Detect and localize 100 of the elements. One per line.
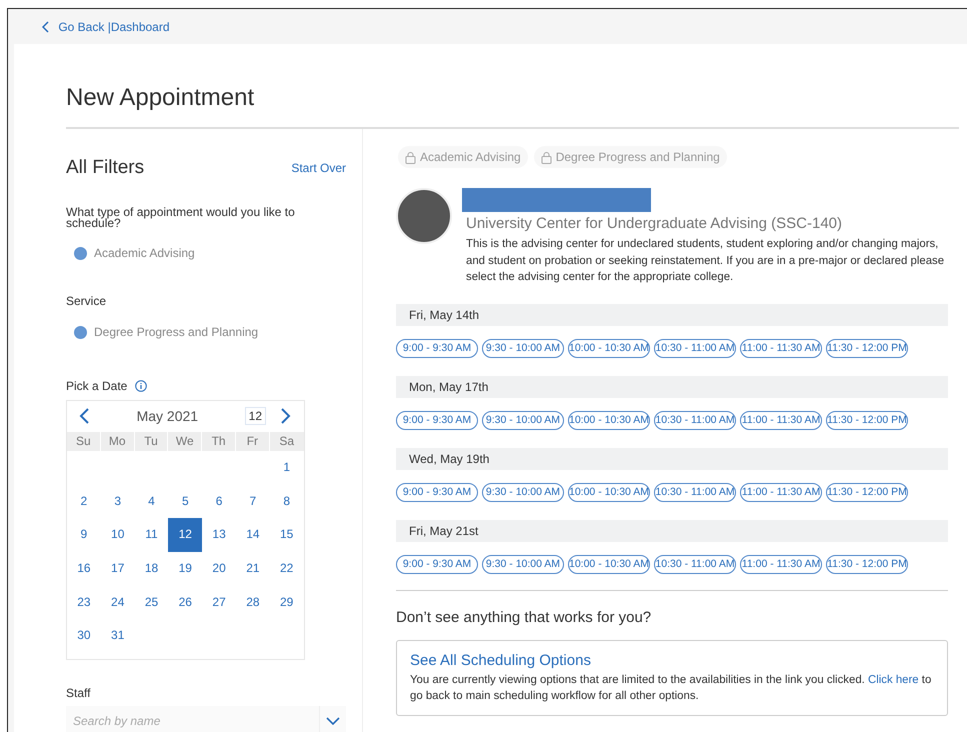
option-label: Degree Progress and Planning [94, 325, 258, 339]
chevron-down-icon[interactable] [326, 717, 340, 726]
time-slot-button[interactable]: 11:30 - 12:00 PM [826, 338, 908, 358]
info-icon[interactable] [135, 380, 148, 392]
calendar-day[interactable]: 12 [168, 518, 202, 552]
time-slot-button[interactable]: 11:00 - 11:30 AM [740, 410, 822, 430]
lock-icon [540, 150, 552, 164]
filter-chip: Academic Advising [398, 146, 528, 168]
chevron-left-icon[interactable] [78, 407, 90, 425]
question-text: Don’t see anything that works for you? [396, 608, 652, 626]
calendar-day[interactable]: 17 [100, 552, 135, 586]
time-slot-button[interactable]: 10:00 - 10:30 AM [568, 338, 650, 358]
time-slot-button[interactable]: 9:00 - 9:30 AM [396, 338, 478, 358]
time-slot-button[interactable]: 11:00 - 11:30 AM [740, 482, 822, 502]
time-slot-button[interactable]: 10:00 - 10:30 AM [568, 410, 650, 430]
click-here-link[interactable]: Click here [868, 674, 919, 686]
month-label: May 2021 [136, 408, 200, 424]
dashboard-link[interactable]: Dashboard [110, 20, 170, 34]
filter-chip: Degree Progress and Planning [534, 146, 727, 168]
time-slot-button[interactable]: 9:30 - 10:00 AM [482, 482, 564, 502]
day-input-field[interactable]: 12 [244, 407, 266, 425]
calendar-day[interactable]: 11 [134, 518, 168, 552]
staff-label: Staff [66, 686, 92, 700]
radio-option[interactable]: Degree Progress and Planning [74, 325, 346, 339]
calendar-day[interactable]: 2 [67, 484, 101, 518]
time-slot-button[interactable]: 9:30 - 10:00 AM [482, 410, 564, 430]
weekday-header: Fr [236, 432, 269, 451]
time-slot-button[interactable]: 10:30 - 11:00 AM [654, 338, 736, 358]
time-slot-button[interactable]: 10:00 - 10:30 AM [568, 554, 650, 574]
time-slot-button[interactable]: 9:30 - 10:00 AM [482, 554, 564, 574]
time-slot-button[interactable]: 11:00 - 11:30 AM [740, 554, 822, 574]
calendar-day[interactable]: 24 [100, 586, 135, 620]
calendar-day[interactable]: 23 [67, 586, 101, 620]
time-slot-button[interactable]: 11:00 - 11:30 AM [740, 338, 822, 358]
see-all-options-link[interactable]: See All Scheduling Options [410, 652, 934, 668]
date-header: Wed, May 19th [396, 448, 948, 470]
calendar-day[interactable]: 29 [270, 586, 304, 620]
weekday-header: Tu [134, 432, 168, 451]
chevron-left-icon [42, 20, 50, 32]
date-header: Fri, May 21st [396, 520, 948, 542]
radio-option[interactable]: Academic Advising [74, 246, 346, 260]
calendar-day[interactable]: 15 [270, 518, 304, 552]
pick-date-label: Pick a Date [66, 379, 128, 393]
time-slot-button[interactable]: 10:00 - 10:30 AM [568, 482, 650, 502]
calendar-day[interactable]: 9 [67, 518, 101, 552]
weekday-header: Su [67, 432, 100, 451]
location-description: This is the advising center for undeclared students, student exploring and/or changing majors, and student on probation or seeking reinstatement. If you are in a pre-major or declared please select the advising center for the appropriate college. [466, 237, 946, 285]
weekday-header: Mo [100, 432, 134, 451]
calendar-day[interactable]: 1 [270, 451, 304, 485]
options-description: You are currently viewing options that are limited to the availabilities in the link you clicked. Click here to go back to main scheduling workflow for all other options. [410, 672, 932, 704]
radio-dot[interactable] [74, 326, 87, 338]
calendar-day[interactable]: 30 [67, 619, 101, 654]
go-back-link[interactable]: Go Back | [42, 20, 111, 34]
weekday-header: We [168, 432, 202, 451]
time-slot-button[interactable]: 11:30 - 12:00 PM [826, 482, 908, 502]
calendar-day[interactable]: 28 [236, 586, 270, 620]
calendar-day[interactable]: 19 [168, 552, 202, 586]
calendar-day[interactable]: 22 [270, 552, 304, 586]
calendar-day[interactable]: 18 [134, 552, 168, 586]
calendar-day[interactable]: 7 [236, 484, 270, 518]
calendar-day[interactable]: 6 [202, 484, 236, 518]
date-header: Fri, May 14th [396, 304, 948, 326]
option-label: Academic Advising [94, 246, 195, 260]
time-slot-button[interactable]: 11:30 - 12:00 PM [826, 554, 908, 574]
filters-title: All Filters [66, 157, 144, 179]
calendar-day[interactable]: 16 [67, 552, 101, 586]
time-slot-button[interactable]: 10:30 - 11:00 AM [654, 554, 736, 574]
service-label: Service [66, 294, 108, 308]
chevron-right-icon[interactable] [280, 407, 292, 425]
calendar-day[interactable]: 31 [100, 619, 135, 654]
time-slot-button[interactable]: 10:30 - 11:00 AM [654, 482, 736, 502]
staff-search-field[interactable]: Search by name [66, 706, 319, 732]
dropdown-toggle[interactable] [319, 706, 346, 732]
location-name: University Center for Undergraduate Advising (SSC-140) [466, 215, 844, 232]
weekday-header: Th [202, 432, 235, 451]
lock-icon [405, 150, 416, 164]
calendar-day[interactable]: 4 [134, 484, 168, 518]
calendar-day[interactable]: 8 [270, 484, 304, 518]
time-slot-button[interactable]: 9:00 - 9:30 AM [396, 410, 478, 430]
calendar-day[interactable]: 26 [168, 586, 202, 620]
calendar-day[interactable]: 13 [202, 518, 236, 552]
time-slot-button[interactable]: 9:30 - 10:00 AM [482, 338, 564, 358]
time-slot-button[interactable]: 9:00 - 9:30 AM [396, 554, 478, 574]
calendar-day[interactable]: 14 [236, 518, 270, 552]
weekday-header: Sa [270, 432, 304, 451]
calendar-day[interactable]: 3 [100, 484, 135, 518]
page-title: New Appointment [66, 44, 959, 129]
calendar-day[interactable]: 5 [168, 484, 202, 518]
calendar-day[interactable]: 21 [236, 552, 270, 586]
calendar-day[interactable]: 20 [202, 552, 236, 586]
calendar-day[interactable]: 27 [202, 586, 236, 620]
time-slot-button[interactable]: 10:30 - 11:00 AM [654, 410, 736, 430]
start-over-link[interactable]: Start Over [291, 161, 346, 175]
radio-dot[interactable] [74, 246, 87, 260]
calendar-day[interactable]: 25 [134, 586, 168, 620]
date-header: Mon, May 17th [396, 376, 948, 398]
question-label: What type of appointment would you like to schedule? [66, 207, 296, 229]
time-slot-button[interactable]: 11:30 - 12:00 PM [826, 410, 908, 430]
time-slot-button[interactable]: 9:00 - 9:30 AM [396, 482, 478, 502]
calendar-day[interactable]: 10 [100, 518, 135, 552]
